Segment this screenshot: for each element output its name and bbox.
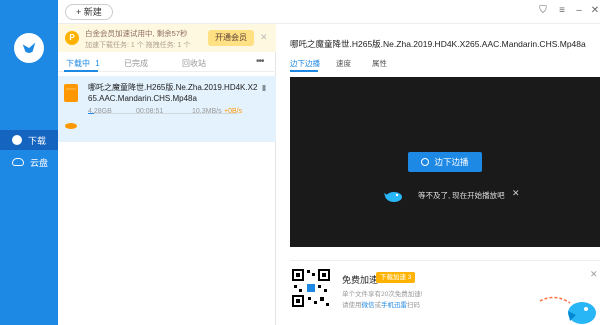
mascot-icon [384,192,402,202]
task-panel: P 白金会员加速试用中, 剩余57秒 加速下载任务: 1 个 拖拽任务: 1 个… [58,24,276,325]
task-detail-panel: 哪吒之魔童降世.H265版.Ne.Zha.2019.HD4K.X265.AAC.… [282,30,600,325]
minimize-icon[interactable]: – [574,6,584,16]
download-task-item[interactable]: 哪吒之魔童降世.H265版.Ne.Zha.2019.HD4K.X265.AAC.… [58,76,276,142]
open-vip-button[interactable]: 开通会员 [208,30,254,46]
play-hint-text: 等不及了, 现在开始播放吧 [418,191,505,200]
close-icon[interactable]: ✕ [590,269,598,280]
sidebar-item-download[interactable]: 下载 [0,130,58,150]
vip-trial-tasks: 加速下载任务: 1 个 拖拽任务: 1 个 [85,42,191,49]
vip-trial-banner: P 白金会员加速试用中, 剩余57秒 加速下载任务: 1 个 拖拽任务: 1 个… [58,24,276,52]
sidebar-item-cloud[interactable]: 云盘 [0,152,58,172]
play-icon [421,158,430,166]
promo-badge: 下载加速 3 [376,272,416,283]
play-while-download-button[interactable]: 边下边播 [408,152,482,172]
sidebar-item-label: 下载 [28,135,47,146]
tab-play-while-download[interactable]: 边下边播 [290,58,320,69]
speed-bird-icon [65,123,77,129]
cloud-icon [12,158,24,166]
tab-downloading[interactable]: 下载中 1 [66,58,100,69]
pause-icon[interactable]: ‖ [262,84,266,93]
vip-badge-icon: P [65,31,79,45]
tab-count: 1 [95,59,100,68]
video-player[interactable]: 边下边播 等不及了, 现在开始播放吧 ✕ [290,77,600,247]
promo-scan-prefix: 请使用 [342,302,362,309]
mobile-xunlei-link[interactable]: 手机迅雷 [381,302,407,309]
detail-title: 哪吒之魔童降世.H265版.Ne.Zha.2019.HD4K.X265.AAC.… [290,39,586,49]
more-icon[interactable]: ••• [256,56,264,67]
close-window-icon[interactable]: ✕ [590,6,600,16]
promo-title: 免费加速 [342,275,379,285]
mascot-bird-icon [539,296,596,324]
task-speed: 10.3MB/s [192,108,222,115]
sidebar-item-label: 云盘 [30,157,49,168]
app-logo [14,33,44,63]
tab-indicator [64,70,98,72]
bird-logo-icon [22,42,36,53]
free-accel-promo: 免费加速 下载加速 3 单个文件享有20次免费加速! 请使用微信或手机迅雷扫码 … [290,260,600,325]
promo-scan-suffix: 扫码 [407,302,420,309]
sidebar: 下载 云盘 [0,0,58,325]
detail-tabs: 边下边播 速度 属性 [290,58,590,72]
task-size: 4.28GB [88,108,112,115]
tab-indicator [290,70,318,72]
task-file-name: 哪吒之魔童降世.H265版.Ne.Zha.2019.HD4K.X265.AAC.… [88,83,258,103]
tab-recycle[interactable]: 回收站 [182,58,206,69]
qr-code-icon [290,267,332,309]
close-icon[interactable]: ✕ [260,32,268,43]
top-bar: + 新建 ⛉ ≡ – ✕ [58,0,600,24]
menu-icon[interactable]: ≡ [557,6,567,16]
video-file-icon [64,84,78,102]
task-tabs: 下载中 1 已完成 回收站 ••• [58,54,276,72]
task-accel-speed: +0B/s [224,108,243,115]
task-remaining-time: 00:08:51 [136,108,164,115]
close-icon[interactable]: ✕ [512,188,520,199]
tab-label: 下载中 [66,59,90,68]
promo-desc: 单个文件享有20次免费加速! [342,291,423,298]
skin-icon[interactable]: ⛉ [538,6,548,16]
wechat-link[interactable]: 微信 [362,302,375,309]
download-icon [12,135,22,145]
new-task-button[interactable]: + 新建 [65,4,113,20]
vip-trial-text: 白金会员加速试用中, 剩余57秒 [85,29,188,38]
promo-scan-hint: 请使用微信或手机迅雷扫码 [342,299,420,309]
tab-properties[interactable]: 属性 [372,58,387,69]
tab-completed[interactable]: 已完成 [124,58,148,69]
tab-speed[interactable]: 速度 [336,58,351,69]
play-button-label: 边下边播 [434,157,469,167]
